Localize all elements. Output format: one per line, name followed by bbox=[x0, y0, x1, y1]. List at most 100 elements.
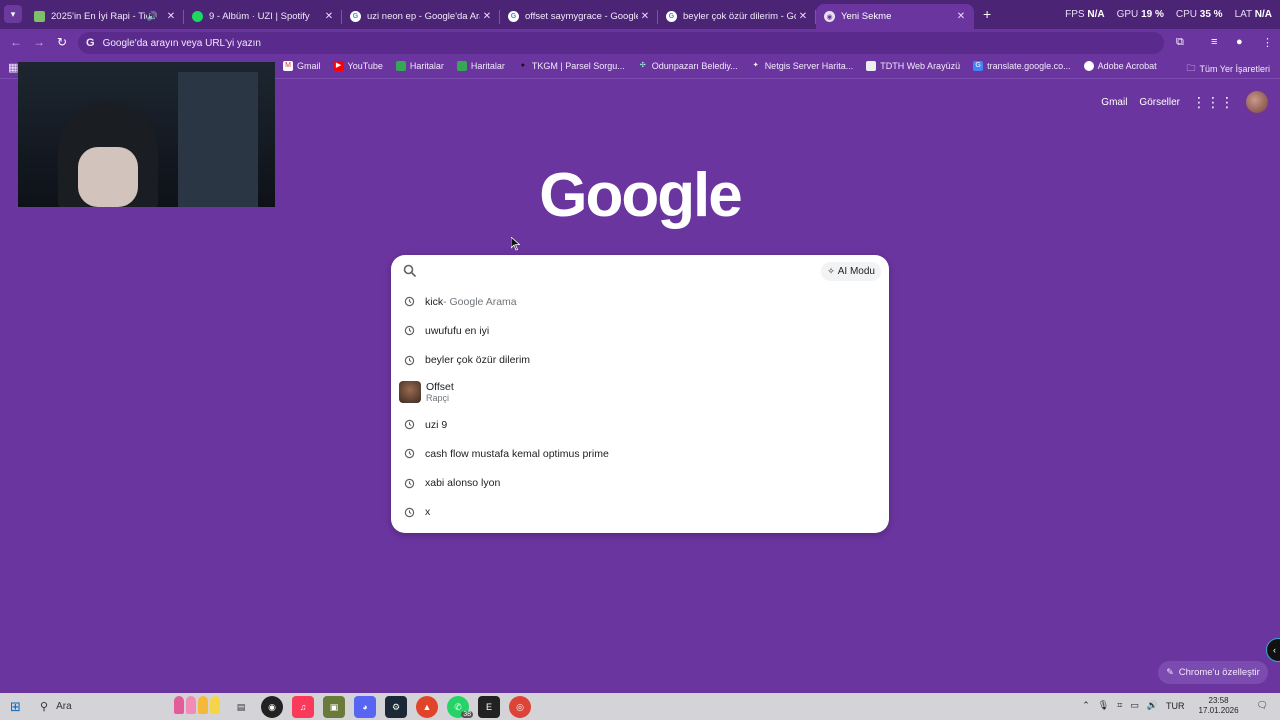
bookmark-tdth[interactable]: TDTH Web Arayüzü bbox=[866, 61, 960, 71]
taskbar-search[interactable]: ⚲ Ara bbox=[32, 695, 172, 718]
close-icon[interactable]: ✕ bbox=[796, 11, 810, 22]
system-tray: ⌃ 🎙 ⌗ ▭ 🔊 TUR 23:58 17.01.2026 🗨 bbox=[1082, 696, 1268, 715]
tab-new-tab[interactable]: ◉ Yeni Sekme ✕ bbox=[816, 4, 974, 29]
google-apps-icon[interactable]: ⋮⋮⋮ bbox=[1192, 94, 1234, 111]
menu-kebab-icon[interactable]: ⋮ bbox=[1262, 36, 1273, 49]
customize-chrome-button[interactable]: ✎ Chrome'u özelleştir bbox=[1158, 661, 1268, 684]
minecraft-icon[interactable]: ▣ bbox=[323, 696, 345, 718]
speaker-icon[interactable]: 🔊 bbox=[1147, 700, 1158, 711]
tab-title: beyler çok özür dilerim - Googl bbox=[683, 11, 796, 22]
close-icon[interactable]: ✕ bbox=[638, 11, 652, 22]
tab-title: offset saymygrace - Google'da bbox=[525, 11, 638, 22]
location-pin-icon: ● bbox=[520, 62, 526, 69]
notifications-icon[interactable]: 🗨 bbox=[1257, 700, 1268, 711]
windows-start-icon[interactable]: ⊞ bbox=[10, 699, 21, 715]
avatar[interactable] bbox=[1246, 91, 1268, 113]
language-indicator[interactable]: TUR bbox=[1166, 701, 1185, 711]
bookmark-translate[interactable]: Gtranslate.google.co... bbox=[973, 61, 1071, 71]
taskbar-apps: ▤ ◉ ♫ ▣ ◕ ⚙ ▲ ✆ 38 E ◎ bbox=[230, 696, 531, 718]
tab-google-uzi[interactable]: G uzi neon ep - Google'da Ara ✕ bbox=[342, 4, 500, 29]
itunes-icon[interactable]: ♫ bbox=[292, 696, 314, 718]
obs-icon[interactable]: ◉ bbox=[261, 696, 283, 718]
chevron-down-icon: ▾ bbox=[10, 8, 16, 19]
microphone-icon[interactable]: 🎙 bbox=[1098, 700, 1109, 711]
suggestion-item[interactable]: kick - Google Arama bbox=[391, 287, 889, 316]
side-panel-toggle[interactable]: ‹ bbox=[1266, 638, 1280, 662]
battery-icon[interactable]: ▭ bbox=[1130, 700, 1139, 711]
search-icon: ⚲ bbox=[40, 701, 49, 713]
all-bookmarks-label: Tüm Yer İşaretleri bbox=[1199, 64, 1270, 74]
taskbar-search-placeholder: Ara bbox=[56, 701, 72, 712]
task-view-icon[interactable]: ▤ bbox=[230, 696, 252, 718]
new-tab-button[interactable]: + bbox=[983, 6, 991, 22]
cpu-value: 35 % bbox=[1199, 9, 1223, 20]
chevron-left-icon: ‹ bbox=[1273, 645, 1276, 655]
history-icon bbox=[404, 296, 415, 307]
suggestion-item[interactable]: cash flow mustafa kemal optimus prime bbox=[391, 439, 889, 468]
bookmark-gmail[interactable]: M Gmail bbox=[283, 61, 321, 71]
media-controls-icon[interactable]: ≡ bbox=[1211, 36, 1217, 48]
reload-icon[interactable]: ↻ bbox=[57, 35, 67, 49]
tab-google-offset[interactable]: G offset saymygrace - Google'da ✕ bbox=[500, 4, 658, 29]
suggestion-item[interactable]: uzi 9 bbox=[391, 410, 889, 439]
bookmark-label: Gmail bbox=[297, 61, 321, 71]
suggestion-suffix: - Google Arama bbox=[443, 295, 517, 308]
suggestion-item[interactable]: uwufufu en iyi bbox=[391, 316, 889, 345]
whatsapp-icon[interactable]: ✆ 38 bbox=[447, 696, 473, 718]
suggestion-item[interactable]: beyler çok özür dilerim bbox=[391, 346, 889, 375]
suggestion-item[interactable]: xabi alonso lyon bbox=[391, 468, 889, 497]
clock[interactable]: 23:58 17.01.2026 bbox=[1199, 696, 1239, 715]
ai-mode-button[interactable]: ✧ AI Modu bbox=[821, 262, 881, 281]
acrobat-icon bbox=[1083, 61, 1094, 71]
address-bar[interactable]: G Google'da arayın veya URL'yi yazın bbox=[78, 32, 1164, 54]
tab-search-button[interactable]: ▾ bbox=[4, 5, 22, 23]
suggestion-item[interactable]: x bbox=[391, 498, 889, 527]
apps-grid-icon[interactable]: ▦ bbox=[8, 61, 18, 74]
network-icon[interactable]: ⌗ bbox=[1117, 700, 1122, 711]
close-icon[interactable]: ✕ bbox=[480, 11, 494, 22]
maps-icon bbox=[456, 61, 467, 71]
translate-icon: G bbox=[973, 61, 984, 71]
bookmark-label: YouTube bbox=[347, 61, 383, 71]
back-arrow-icon[interactable]: ← bbox=[10, 35, 22, 49]
chevron-up-icon[interactable]: ⌃ bbox=[1082, 700, 1090, 711]
league-icon[interactable]: ▲ bbox=[416, 696, 438, 718]
bookmark-odunpazari[interactable]: ✣ Odunpazarı Belediy... bbox=[638, 61, 738, 71]
bookmark-netgis[interactable]: ✦ Netgis Server Harita... bbox=[751, 61, 853, 71]
all-bookmarks[interactable]: 🗀 Tüm Yer İşaretleri bbox=[1186, 61, 1270, 77]
tab-tier-list[interactable]: 2025'in En İyi Rapi - Tier Lis 🔊 ✕ bbox=[26, 4, 184, 29]
profile-avatar-icon[interactable]: ● bbox=[1236, 36, 1243, 48]
images-link[interactable]: Görseller bbox=[1139, 97, 1180, 108]
close-icon[interactable]: ✕ bbox=[164, 11, 178, 22]
steam-icon[interactable]: ⚙ bbox=[385, 696, 407, 718]
maps-icon bbox=[395, 61, 406, 71]
close-icon[interactable]: ✕ bbox=[322, 11, 336, 22]
suggestion-subtitle: Rapçi bbox=[426, 393, 450, 404]
bookmark-maps-2[interactable]: Haritalar bbox=[456, 61, 505, 71]
bookmark-label: Haritalar bbox=[470, 61, 505, 71]
bookmark-acrobat[interactable]: Adobe Acrobat bbox=[1083, 61, 1157, 71]
extensions-icon[interactable]: ⧉ bbox=[1176, 36, 1184, 49]
clock-date: 17.01.2026 bbox=[1198, 705, 1239, 715]
bookmark-maps[interactable]: Haritalar bbox=[395, 61, 444, 71]
epic-games-icon[interactable]: E bbox=[478, 696, 500, 718]
close-icon[interactable]: ✕ bbox=[954, 11, 968, 22]
bookmark-tkgm[interactable]: ● TKGM | Parsel Sorgu... bbox=[518, 61, 625, 71]
chrome-taskbar-icon[interactable]: ◎ bbox=[509, 696, 531, 718]
tulips-widget-icon[interactable] bbox=[174, 696, 222, 718]
forward-arrow-icon[interactable]: → bbox=[33, 35, 45, 49]
bookmark-label: Adobe Acrobat bbox=[1097, 61, 1157, 71]
tab-spotify[interactable]: 9 - Albüm · UZI | Spotify ✕ bbox=[184, 4, 342, 29]
bookmark-youtube[interactable]: ▶ YouTube bbox=[333, 61, 383, 71]
suggestion-entity[interactable]: Offset Rapçi bbox=[391, 375, 889, 410]
tab-strip: ▾ 2025'in En İyi Rapi - Tier Lis 🔊 ✕ 9 -… bbox=[0, 0, 1280, 29]
bookmark-label: TDTH Web Arayüzü bbox=[880, 61, 961, 71]
search-input[interactable] bbox=[427, 263, 889, 279]
windows-taskbar: ⊞ ⚲ Ara ▤ ◉ ♫ ▣ ◕ ⚙ ▲ ✆ 38 E ◎ ⌃ 🎙 ⌗ ▭ 🔊 … bbox=[0, 693, 1280, 720]
tab-google-beyler[interactable]: G beyler çok özür dilerim - Googl ✕ bbox=[658, 4, 816, 29]
discord-icon[interactable]: ◕ bbox=[354, 696, 376, 718]
speaker-icon[interactable]: 🔊 bbox=[147, 11, 158, 22]
notification-badge: 38 bbox=[461, 711, 473, 718]
gmail-link[interactable]: Gmail bbox=[1101, 97, 1127, 108]
lat-value: N/A bbox=[1254, 9, 1272, 20]
